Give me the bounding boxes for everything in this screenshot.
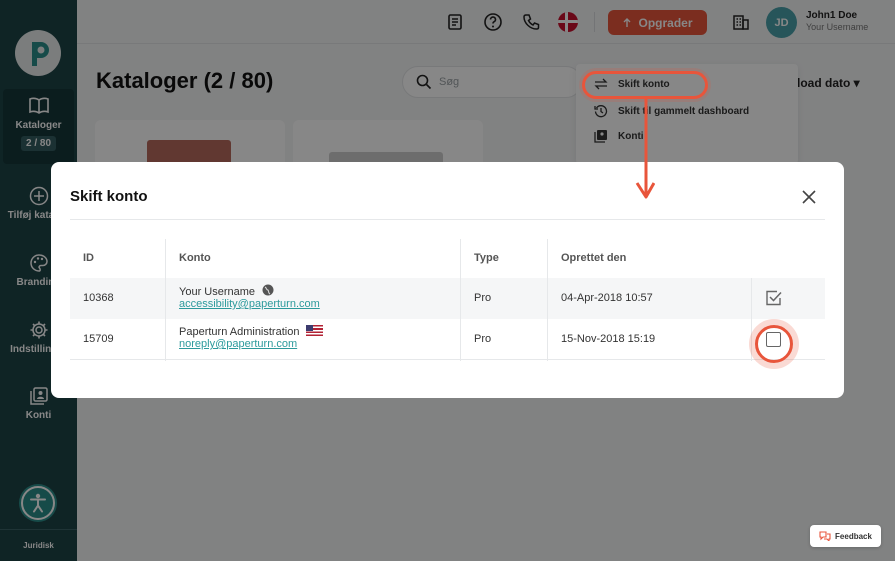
account-name: Paperturn Administration [179, 326, 300, 338]
account-created: 15-Nov-2018 15:19 [561, 333, 656, 345]
account-id: 10368 [83, 292, 114, 304]
table-row[interactable]: 15709 Paperturn Administration noreply@p… [70, 319, 825, 360]
feedback-label: Feedback [835, 531, 872, 541]
account-id: 15709 [83, 333, 114, 345]
account-email-link[interactable]: accessibility@paperturn.com [179, 298, 320, 310]
tutorial-arrow-icon [635, 98, 655, 199]
tutorial-checkbox-highlight [755, 325, 793, 363]
checked-checkbox[interactable] [765, 289, 783, 307]
account-cell: Your Username accessibility@paperturn.co… [179, 284, 320, 310]
column-divider [547, 239, 548, 361]
column-divider [165, 239, 166, 361]
column-divider [460, 239, 461, 361]
column-header-account: Konto [179, 252, 211, 264]
close-icon[interactable] [801, 189, 817, 205]
modal-divider [70, 219, 825, 220]
column-header-id: ID [83, 252, 94, 264]
column-header-type: Type [474, 252, 499, 264]
tutorial-highlight-ring [582, 71, 708, 99]
us-flag-icon [305, 325, 323, 336]
account-type: Pro [474, 333, 492, 345]
account-cell: Paperturn Administration noreply@papertu… [179, 325, 323, 350]
account-name: Your Username [179, 286, 256, 298]
account-created: 04-Apr-2018 10:57 [561, 292, 653, 304]
column-divider [751, 278, 752, 361]
feedback-icon [819, 531, 831, 541]
account-email-link[interactable]: noreply@paperturn.com [179, 338, 297, 350]
table-row[interactable]: 10368 Your Username accessibility@papert… [70, 278, 825, 319]
modal-title: Skift konto [70, 188, 148, 205]
column-header-created: Oprettet den [561, 252, 627, 264]
globe-icon [262, 284, 274, 296]
account-type: Pro [474, 292, 492, 304]
switch-account-modal: Skift konto ID Konto Type Oprettet den 1… [51, 162, 844, 398]
feedback-button[interactable]: Feedback [810, 525, 881, 547]
